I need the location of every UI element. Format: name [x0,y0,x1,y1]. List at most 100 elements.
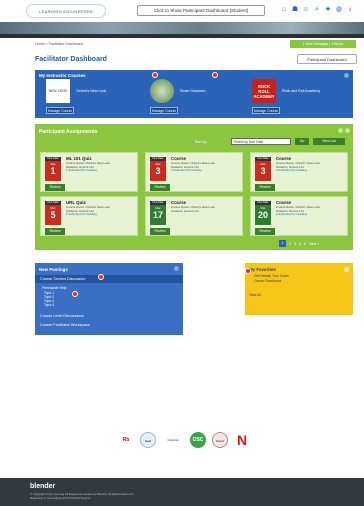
due-date-badge: Due Date Mar 3 [150,157,166,181]
manage-course-button[interactable]: Manage Course [46,107,74,114]
settings-icon[interactable] [344,267,349,272]
breadcrumb[interactable]: Home > Facilitator Dashboard [35,42,83,46]
page-link[interactable]: 3 [294,242,296,246]
refresh-icon[interactable] [338,128,343,133]
submitted-link[interactable]: 5 Submitted for Grading [66,213,136,217]
due-day: 3 [155,166,161,176]
partner-logo[interactable]: N [234,432,250,448]
course-thumbnail[interactable]: ROCK ROLL ACADEMY [252,79,276,103]
star-icon[interactable]: ★ [324,6,332,14]
favorite-link[interactable]: Get Ready! Your Goals [254,274,289,278]
bell-icon[interactable]: ♪ [346,6,354,14]
partner-logo[interactable]: Seal [140,432,156,448]
partner-logo[interactable]: OSC [190,432,206,448]
due-date-badge: Due Date Mar 5 [45,201,61,225]
submitted-link[interactable]: 3 Submitted for Grading [171,169,241,173]
course-title[interactable]: Smart Outdoors [180,89,205,93]
manage-course-button[interactable]: Manage Course [252,107,280,114]
assignment-meta: Course Name: Oxford's New Look Students:… [66,205,136,217]
page-link-current[interactable]: 1 [279,240,286,247]
sub-forum-title[interactable]: Prerequisite Help [42,286,66,290]
go-button[interactable]: Go [295,138,309,145]
forum-link[interactable]: Course Level Discussions [40,314,84,318]
header-divider [0,34,364,38]
panel-title: My Favorites [249,267,276,272]
panel-title: New Postings [39,267,68,272]
new-postings-panel: New Postings Course Section Discussion P… [35,263,183,335]
site-logo[interactable]: LEARNING ENGINEERED [26,4,106,18]
view-list-button[interactable]: View List [313,138,345,145]
due-date-badge: Due Date Mar 3 [255,157,271,181]
participant-assignments-panel: Participant Assignments Sort by: Select … [35,124,353,250]
next-page-link[interactable]: Next » [309,242,319,246]
nav-icons: ⌂ ☗ ☺ ⌕ ★ ◍ ♪ [280,6,354,14]
participant-dashboard-button[interactable]: Participant Dashboard [297,54,357,64]
assignment-card: Due Date Mar 1 ML 101 Quiz Course Name: … [40,152,138,192]
hotspot-marker[interactable] [245,268,251,274]
partner-logo[interactable]: Crest [212,432,228,448]
due-label: Due Date [150,201,166,205]
review-button[interactable]: Review [45,228,65,235]
partner-logo[interactable]: Rb [118,432,134,448]
view-all-link[interactable]: View All [249,293,261,297]
review-button[interactable]: Review [150,228,170,235]
dashboard-toggle-button[interactable]: Click to Show Participant Dashboard [Stu… [137,5,265,16]
due-day: 1 [50,166,56,176]
sort-select[interactable]: Select by Due Date [231,138,291,145]
header-banner [0,22,364,34]
footer-logo[interactable]: blender [30,483,55,490]
submitted-link[interactable]: 3 Submitted for Grading [276,169,346,173]
course-title[interactable]: Rock and Roll Academy [282,89,320,93]
assignment-meta: Course Name: Oxford's New Look Students:… [171,205,241,213]
review-button[interactable]: Review [45,184,65,191]
due-date-badge: Due Date Mar 20 [255,201,271,225]
message-alert-bar[interactable]: 1 New Message | 2 Alerts [290,40,356,48]
submitted-link[interactable]: 2 Submitted for Grading [276,213,346,217]
manage-course-button[interactable]: Manage Course [150,107,178,114]
due-label: Due Date [45,157,61,161]
submitted-link[interactable]: 1 Submitted for Grading [66,169,136,173]
course-card: NEW LOOK Oxford's New Look Manage Course [43,79,133,115]
review-button[interactable]: Review [255,228,275,235]
forum-link[interactable]: Course Facilitator Workspace [40,323,90,327]
panel-title: Participant Assignments [39,129,98,135]
globe-icon[interactable]: ◍ [335,6,343,14]
due-label: Due Date [255,157,271,161]
due-day: 3 [260,166,266,176]
partner-logo[interactable]: Cursive [162,432,184,448]
course-thumbnail[interactable] [150,79,174,103]
students: Students: Honors List [171,208,199,213]
assignment-card: Due Date Mar 3 Course Course Name: Oxfor… [250,152,348,192]
home-icon[interactable]: ⌂ [280,6,288,14]
assignment-card: Due Date Mar 5 URL Quiz Course Name: Oxf… [40,196,138,236]
settings-icon[interactable] [345,128,350,133]
hotspot-marker[interactable] [212,72,218,78]
users-icon[interactable]: ☗ [291,6,299,14]
assignment-meta: Course Name: Oxford's New Look Students:… [66,161,136,173]
footer: blender © Copyright All for Learning All… [0,478,364,506]
hotspot-marker[interactable] [98,274,104,280]
hotspot-marker[interactable] [152,72,158,78]
page-link[interactable]: 5 [304,242,306,246]
review-button[interactable]: Review [150,184,170,191]
thread-link[interactable]: Course Section Discussion [40,277,85,281]
settings-icon[interactable] [344,73,349,78]
review-button[interactable]: Review [255,184,275,191]
page-link[interactable]: 4 [299,242,301,246]
topic-link[interactable]: Topic 4 [44,303,54,307]
people-icon[interactable]: ☺ [302,6,310,14]
favorite-link[interactable]: Career Readiness [254,279,281,283]
partner-logos: Rb Seal Cursive OSC Crest N [118,432,250,448]
assignment-card: Due Date Mar 3 Course Course Name: Oxfor… [145,152,243,192]
due-label: Due Date [255,201,271,205]
search-icon[interactable]: ⌕ [313,6,321,14]
course-title[interactable]: Oxford's New Look [76,89,106,93]
course-thumbnail[interactable]: NEW LOOK [46,79,70,103]
hotspot-marker[interactable] [72,291,78,297]
assignment-card: Due Date Mar 20 Course Course Name: Oxfo… [250,196,348,236]
support-link[interactable]: Read Now or Get Helping and Technical Su… [30,496,190,501]
settings-icon[interactable] [174,266,179,271]
page-link[interactable]: 2 [289,242,291,246]
sort-label: Sort by: [195,140,208,144]
course-card: Smart Outdoors Manage Course [147,79,237,115]
